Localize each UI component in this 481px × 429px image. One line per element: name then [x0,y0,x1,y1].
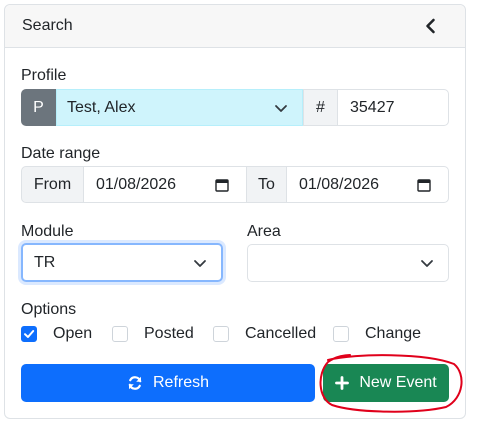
profile-number-addon: # [303,89,338,126]
card-header[interactable]: Search [5,5,465,48]
profile-type-badge: P [21,89,56,126]
from-date-input[interactable]: 01/08/2026 [83,166,247,203]
to-date-value: 01/08/2026 [299,175,380,193]
chevron-down-icon [275,105,287,112]
plus-icon [335,376,350,390]
date-range-label: Date range [21,145,101,162]
change-checkbox-label[interactable]: Change [365,325,421,343]
refresh-icon [128,376,142,390]
to-addon: To [246,166,287,203]
new-event-button-label: New Event [359,374,437,391]
open-checkbox[interactable] [21,326,37,342]
calendar-icon[interactable] [417,178,431,192]
options-label: Options [21,301,77,318]
module-label: Module [21,223,74,240]
from-date-value: 01/08/2026 [96,175,177,193]
module-select[interactable]: TR [21,243,223,282]
profile-number-input[interactable]: 35427 [337,89,449,126]
refresh-button[interactable]: Refresh [21,364,315,402]
change-checkbox[interactable] [333,326,349,342]
profile-select-value: Test, Alex [67,98,136,116]
card-title: Search [22,17,73,34]
check-icon [24,330,35,338]
cancelled-checkbox-label[interactable]: Cancelled [245,325,316,343]
chevron-down-icon [421,260,433,267]
refresh-button-label: Refresh [152,374,210,391]
open-checkbox-label[interactable]: Open [53,325,92,343]
area-select[interactable] [247,244,449,282]
from-addon: From [21,166,84,203]
calendar-icon[interactable] [215,178,229,192]
chevron-down-icon [194,260,206,267]
cancelled-checkbox[interactable] [213,326,229,342]
new-event-button[interactable]: New Event [323,364,449,402]
posted-checkbox-label[interactable]: Posted [144,325,194,343]
area-label: Area [247,223,281,240]
module-select-value: TR [34,253,56,271]
posted-checkbox[interactable] [112,326,128,342]
to-date-input[interactable]: 01/08/2026 [286,166,449,203]
profile-label: Profile [21,67,67,84]
search-card: Search [4,4,466,419]
profile-select[interactable]: Test, Alex [56,89,303,126]
chevron-left-icon[interactable] [422,17,440,35]
